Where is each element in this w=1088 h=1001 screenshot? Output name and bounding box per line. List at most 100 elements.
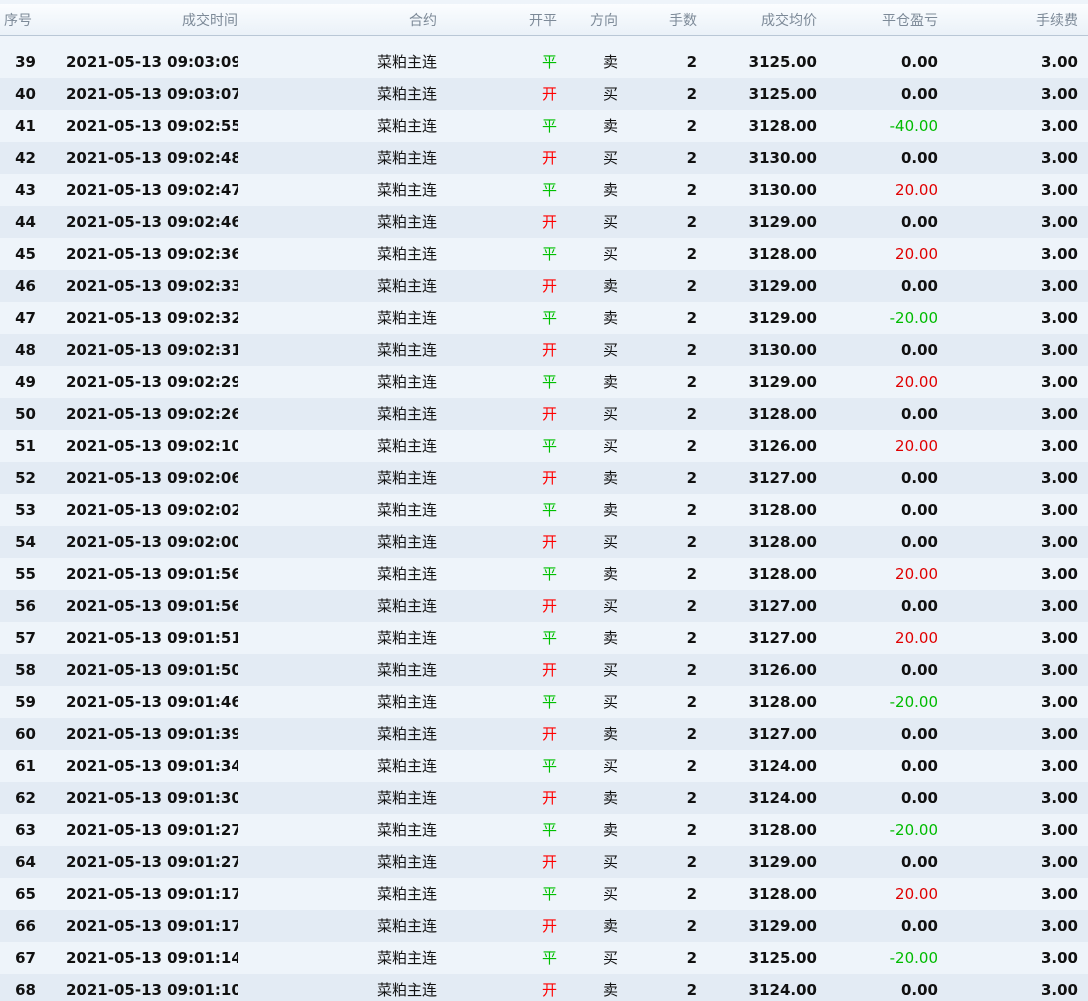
column-header-time[interactable]: 成交时间 — [66, 4, 238, 36]
cell-fee: 3.00 — [1040, 789, 1078, 807]
cell-open-close: 平 — [541, 181, 557, 199]
cell-contract: 菜粕主连 — [376, 661, 437, 679]
cell-close-pnl: 20.00 — [895, 437, 938, 455]
cell-open-close: 平 — [541, 245, 557, 263]
cell-direction: 买 — [602, 405, 618, 423]
table-row[interactable]: 59 2021-05-13 09:01:46 菜粕主连平买 2 3128.00 -20.0… — [0, 686, 1088, 718]
column-header-lots[interactable]: 手数 — [640, 4, 697, 36]
cell-direction: 买 — [602, 245, 618, 263]
cell-open-close: 平 — [541, 501, 557, 519]
trade-records-table: 序号 成交时间 合约 开平 方向 手数 成交均价 平仓盈亏 手续费 39 2021… — [0, 0, 1088, 1001]
cell-direction: 卖 — [602, 373, 618, 391]
cell-close-pnl: 0.00 — [900, 917, 938, 935]
table-row[interactable]: 57 2021-05-13 09:01:51 菜粕主连平卖 2 3127.00 20.00… — [0, 622, 1088, 654]
cell-lots: 2 — [686, 853, 697, 871]
cell-open-close: 开 — [541, 725, 557, 743]
table-row[interactable]: 50 2021-05-13 09:02:26 菜粕主连开买 2 3128.00 0.00 3… — [0, 398, 1088, 430]
column-header-seq[interactable]: 序号 — [4, 4, 36, 36]
table-row[interactable]: 39 2021-05-13 09:03:09 菜粕主连平卖 2 3125.00 0.00 3… — [0, 46, 1088, 78]
cell-close-pnl: -40.00 — [889, 117, 938, 135]
column-header-contract[interactable]: 合约 — [300, 4, 437, 36]
cell-fee: 3.00 — [1040, 885, 1078, 903]
cell-contract: 菜粕主连 — [376, 469, 437, 487]
table-row[interactable]: 48 2021-05-13 09:02:31 菜粕主连开买 2 3130.00 0.00 3… — [0, 334, 1088, 366]
table-row[interactable]: 64 2021-05-13 09:01:27 菜粕主连开买 2 3129.00 0.00 3… — [0, 846, 1088, 878]
cell-lots: 2 — [686, 437, 697, 455]
cell-time: 2021-05-13 09:01:30 — [66, 789, 238, 807]
cell-fee: 3.00 — [1040, 821, 1078, 839]
table-row[interactable]: 51 2021-05-13 09:02:10 菜粕主连平买 2 3126.00 20.00… — [0, 430, 1088, 462]
cell-lots: 2 — [686, 533, 697, 551]
cell-fee: 3.00 — [1040, 661, 1078, 679]
cell-direction: 买 — [602, 85, 618, 103]
table-row[interactable]: 47 2021-05-13 09:02:32 菜粕主连平卖 2 3129.00 -20.0… — [0, 302, 1088, 334]
cell-open-close: 开 — [541, 853, 557, 871]
cell-open-close: 平 — [541, 117, 557, 135]
cell-direction: 卖 — [602, 277, 618, 295]
cell-open-close: 开 — [541, 213, 557, 231]
table-row[interactable]: 53 2021-05-13 09:02:02 菜粕主连平卖 2 3128.00 0.00 3… — [0, 494, 1088, 526]
column-header-direction[interactable]: 方向 — [578, 4, 618, 36]
cell-contract: 菜粕主连 — [376, 373, 437, 391]
cell-direction: 买 — [602, 213, 618, 231]
cell-direction: 买 — [602, 853, 618, 871]
cell-seq: 41 — [15, 117, 36, 135]
cell-close-pnl: 0.00 — [900, 661, 938, 679]
table-row[interactable]: 61 2021-05-13 09:01:34 菜粕主连平买 2 3124.00 0.00 3… — [0, 750, 1088, 782]
cell-direction: 卖 — [602, 629, 618, 647]
cell-seq: 45 — [15, 245, 36, 263]
column-header-fee[interactable]: 手续费 — [960, 4, 1078, 36]
table-row[interactable]: 58 2021-05-13 09:01:50 菜粕主连开买 2 3126.00 0.00 3… — [0, 654, 1088, 686]
cell-lots: 2 — [686, 405, 697, 423]
cell-contract: 菜粕主连 — [376, 437, 437, 455]
table-row[interactable]: 54 2021-05-13 09:02:00 菜粕主连开买 2 3128.00 0.00 3… — [0, 526, 1088, 558]
table-row[interactable]: 63 2021-05-13 09:01:27 菜粕主连平卖 2 3128.00 -20.0… — [0, 814, 1088, 846]
cell-open-close: 平 — [541, 373, 557, 391]
table-row[interactable]: 40 2021-05-13 09:03:07 菜粕主连开买 2 3125.00 0.00 3… — [0, 78, 1088, 110]
cell-contract: 菜粕主连 — [376, 885, 437, 903]
column-header-close-pnl[interactable]: 平仓盈亏 — [800, 4, 938, 36]
cell-seq: 40 — [15, 85, 36, 103]
cell-direction: 买 — [602, 885, 618, 903]
table-row[interactable]: 65 2021-05-13 09:01:17 菜粕主连平买 2 3128.00 20.00… — [0, 878, 1088, 910]
cell-fee: 3.00 — [1040, 725, 1078, 743]
table-row[interactable]: 68 2021-05-13 09:01:10 菜粕主连开卖 2 3124.00 0.00 3… — [0, 974, 1088, 1001]
cell-contract: 菜粕主连 — [376, 949, 437, 967]
cell-lots: 2 — [686, 245, 697, 263]
table-row[interactable]: 42 2021-05-13 09:02:48 菜粕主连开买 2 3130.00 0.00 3… — [0, 142, 1088, 174]
table-row[interactable]: 44 2021-05-13 09:02:46 菜粕主连开买 2 3129.00 0.00 3… — [0, 206, 1088, 238]
table-row[interactable]: 49 2021-05-13 09:02:29 菜粕主连平卖 2 3129.00 20.00… — [0, 366, 1088, 398]
table-row[interactable]: 56 2021-05-13 09:01:56 菜粕主连开买 2 3127.00 0.00 3… — [0, 590, 1088, 622]
cell-contract: 菜粕主连 — [376, 245, 437, 263]
cell-contract: 菜粕主连 — [376, 85, 437, 103]
table-row[interactable]: 55 2021-05-13 09:01:56 菜粕主连平卖 2 3128.00 20.00… — [0, 558, 1088, 590]
table-row[interactable]: 52 2021-05-13 09:02:06 菜粕主连开卖 2 3127.00 0.00 3… — [0, 462, 1088, 494]
cell-direction: 买 — [602, 757, 618, 775]
table-row[interactable]: 66 2021-05-13 09:01:17 菜粕主连开卖 2 3129.00 0.00 3… — [0, 910, 1088, 942]
cell-seq: 56 — [15, 597, 36, 615]
cell-contract: 菜粕主连 — [376, 917, 437, 935]
column-header-open-close[interactable]: 开平 — [500, 4, 557, 36]
cell-contract: 菜粕主连 — [376, 597, 437, 615]
table-row[interactable]: 41 2021-05-13 09:02:55 菜粕主连平卖 2 3128.00 -40.0… — [0, 110, 1088, 142]
table-row[interactable]: 43 2021-05-13 09:02:47 菜粕主连平卖 2 3130.00 20.00… — [0, 174, 1088, 206]
cell-direction: 卖 — [602, 917, 618, 935]
table-row[interactable]: 46 2021-05-13 09:02:33 菜粕主连开卖 2 3129.00 0.00 3… — [0, 270, 1088, 302]
cell-open-close: 开 — [541, 533, 557, 551]
cell-lots: 2 — [686, 309, 697, 327]
cell-time: 2021-05-13 09:02:00 — [66, 533, 238, 551]
table-row[interactable]: 45 2021-05-13 09:02:36 菜粕主连平买 2 3128.00 20.00… — [0, 238, 1088, 270]
table-row[interactable]: 67 2021-05-13 09:01:14 菜粕主连平买 2 3125.00 -20.0… — [0, 942, 1088, 974]
cell-time: 2021-05-13 09:02:47 — [66, 181, 238, 199]
cell-open-close: 开 — [541, 597, 557, 615]
table-row[interactable]: 62 2021-05-13 09:01:30 菜粕主连开卖 2 3124.00 0.00 3… — [0, 782, 1088, 814]
cell-lots: 2 — [686, 597, 697, 615]
table-row[interactable]: 60 2021-05-13 09:01:39 菜粕主连开卖 2 3127.00 0.00 3… — [0, 718, 1088, 750]
cell-contract: 菜粕主连 — [376, 405, 437, 423]
cell-fee: 3.00 — [1040, 85, 1078, 103]
cell-lots: 2 — [686, 885, 697, 903]
cell-open-close: 平 — [541, 437, 557, 455]
cell-time: 2021-05-13 09:02:02 — [66, 501, 238, 519]
cell-seq: 50 — [15, 405, 36, 423]
cell-seq: 44 — [15, 213, 36, 231]
